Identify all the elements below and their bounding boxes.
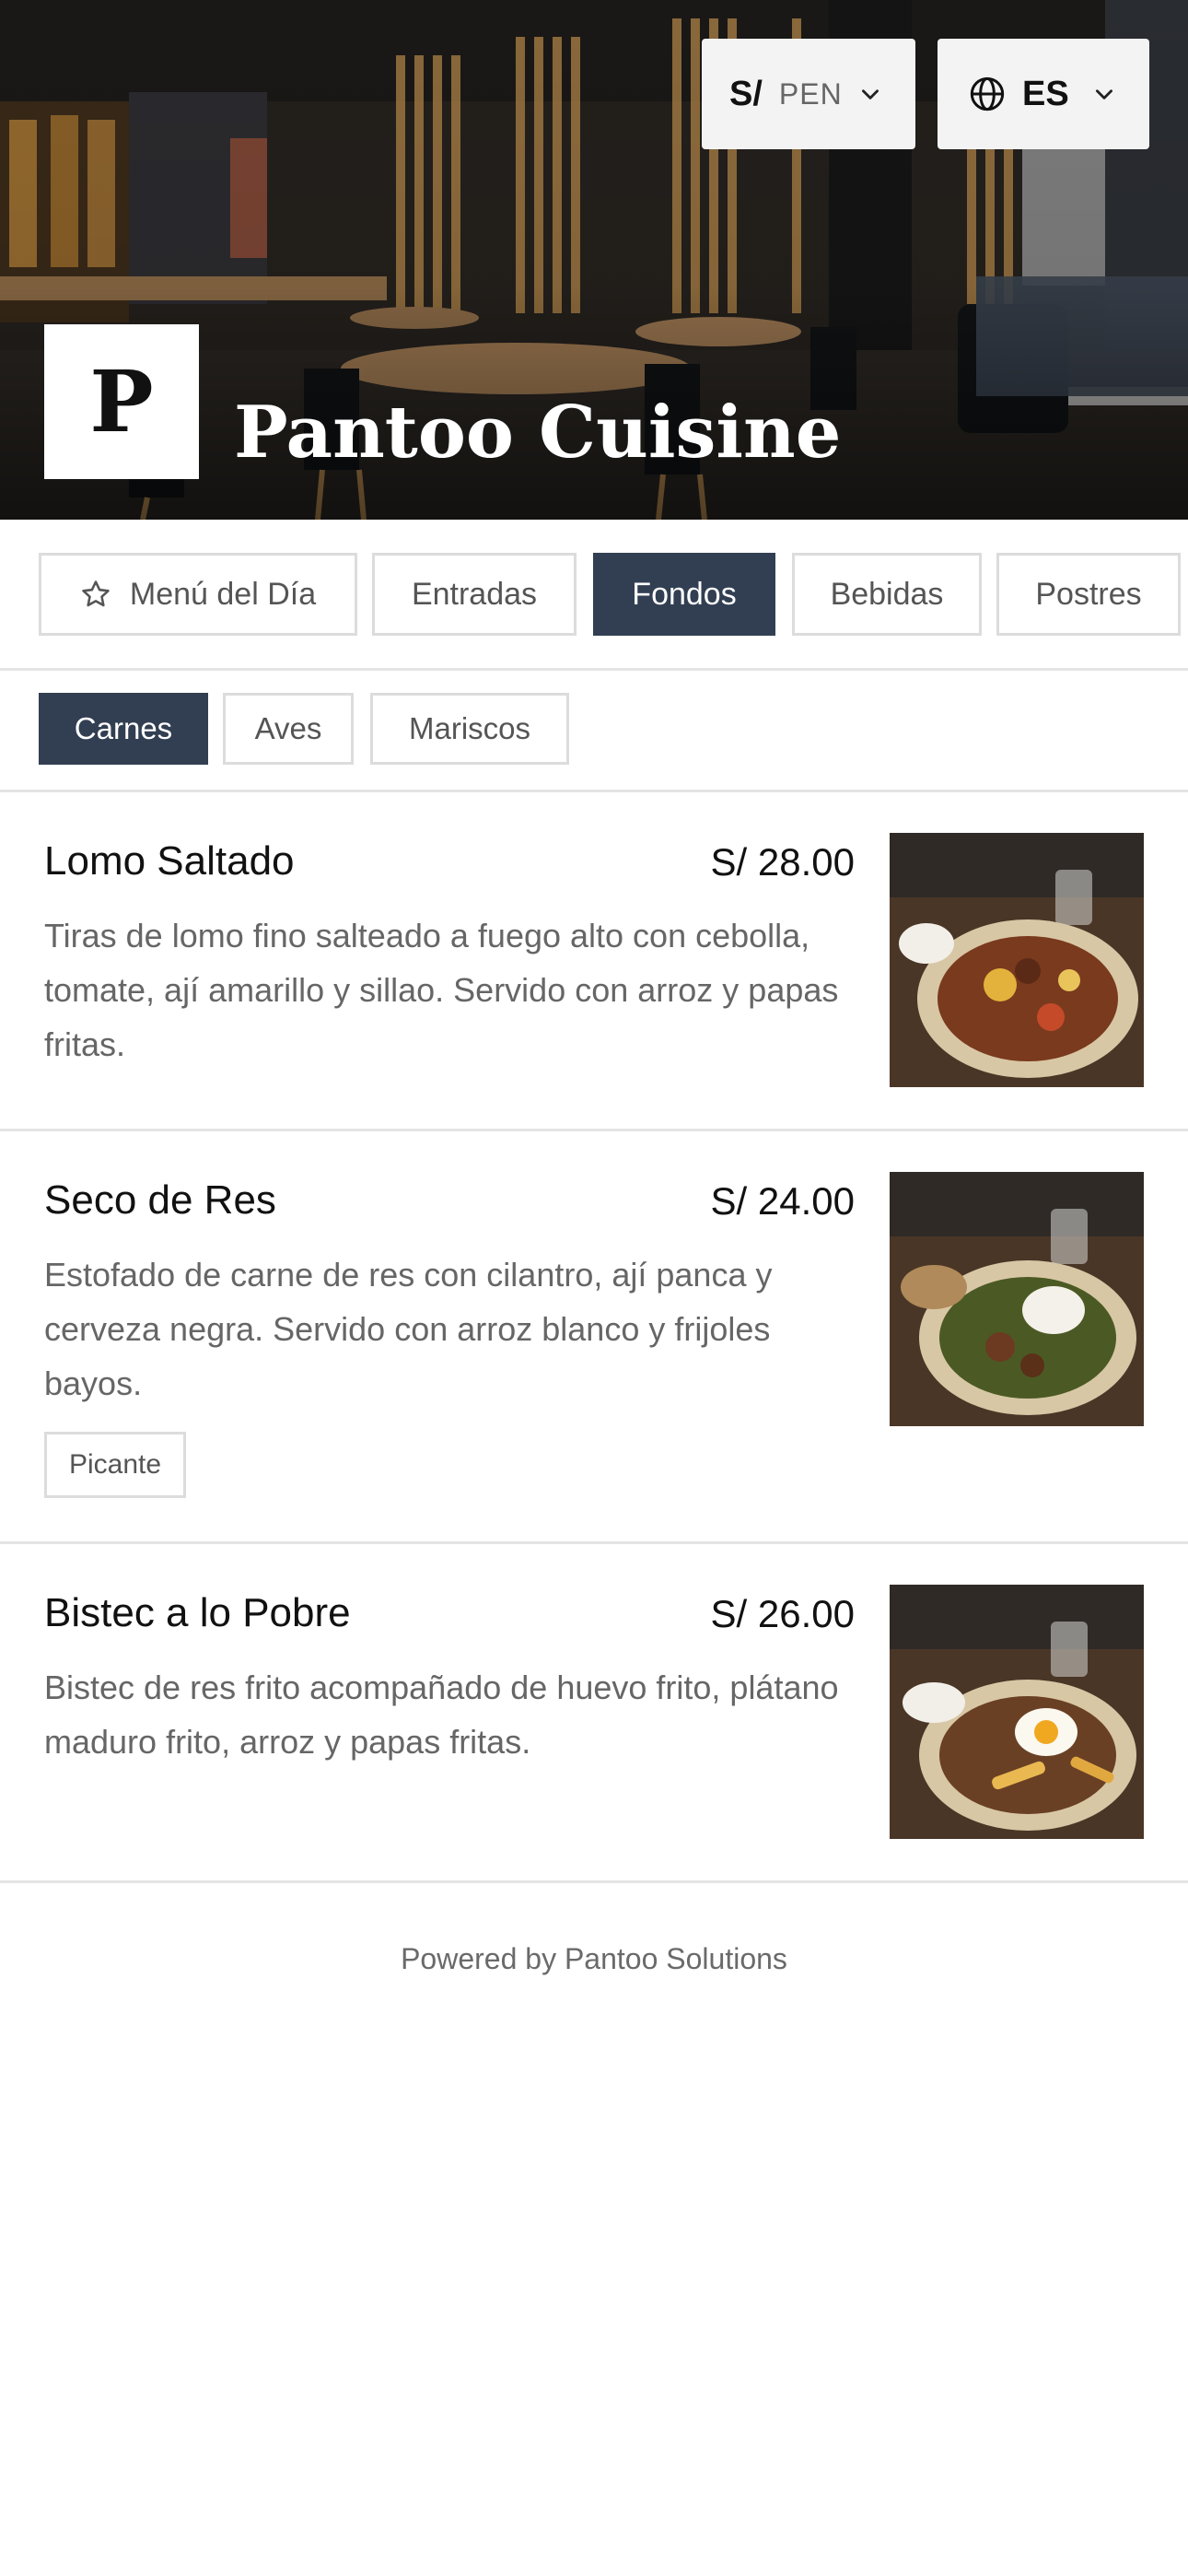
dish-photo [890, 1585, 1144, 1839]
tab-menu-del-dia[interactable]: Menú del Día [39, 553, 357, 636]
dish-name: Bistec a lo Pobre [44, 1590, 351, 1635]
restaurant-logo: P [44, 324, 199, 479]
subtab-label: Carnes [74, 711, 173, 745]
tab-postres[interactable]: Postres [996, 553, 1181, 636]
menu-item[interactable]: Seco de Res S/ 24.00 Estofado de carne d… [0, 1131, 1188, 1544]
dish-price: S/ 24.00 [710, 1179, 855, 1223]
tab-label: Bebidas [830, 576, 944, 612]
dish-photo [890, 833, 1144, 1087]
subtab-aves[interactable]: Aves [223, 693, 354, 765]
dish-description: Estofado de carne de res con cilantro, a… [44, 1256, 773, 1402]
chevron-down-icon [1096, 89, 1112, 100]
tab-label: Menú del Día [129, 576, 317, 612]
tab-entradas[interactable]: Entradas [372, 553, 577, 636]
subtab-mariscos[interactable]: Mariscos [370, 693, 569, 765]
dish-name: Seco de Res [44, 1177, 276, 1223]
dish-description: Bistec de res frito acompañado de huevo … [44, 1669, 839, 1761]
menu-item[interactable]: Lomo Saltado S/ 28.00 Tiras de lomo fino… [0, 792, 1188, 1131]
star-icon [82, 580, 110, 607]
subtab-label: Aves [254, 711, 322, 745]
logo-letter: P [89, 352, 154, 451]
tab-label: Postres [1035, 576, 1142, 612]
subtab-carnes[interactable]: Carnes [39, 693, 208, 765]
currency-selector[interactable]: S/ PEN [702, 39, 915, 149]
subcategory-tabs: Carnes Aves Mariscos [0, 671, 1188, 792]
tab-label: Fondos [632, 576, 737, 612]
category-tabs: Menú del Día Entradas Fondos Bebidas Pos… [0, 520, 1188, 671]
currency-symbol: S/ [729, 74, 763, 113]
menu-item[interactable]: Bistec a lo Pobre S/ 26.00 Bistec de res… [0, 1544, 1188, 1883]
dish-tag: Picante [44, 1432, 187, 1498]
footer-credit: Powered by Pantoo Solutions [401, 1942, 787, 1975]
chevron-down-icon [862, 89, 879, 100]
tab-bebidas[interactable]: Bebidas [792, 553, 982, 636]
language-code: ES [1022, 74, 1069, 113]
dish-photo [890, 1172, 1144, 1426]
restaurant-name: Pantoo Cuisine [234, 391, 842, 474]
dish-price: S/ 26.00 [710, 1592, 855, 1635]
dish-price: S/ 28.00 [710, 840, 855, 884]
language-selector[interactable]: ES [938, 39, 1149, 149]
hero-banner: S/ PEN ES P Pantoo Cuisine [0, 0, 1188, 520]
currency-code: PEN [778, 76, 843, 111]
tab-fondos[interactable]: Fondos [593, 553, 775, 636]
tab-label: Entradas [411, 576, 538, 612]
dish-name: Lomo Saltado [44, 838, 295, 884]
globe-icon [970, 76, 1005, 111]
subtab-label: Mariscos [408, 711, 531, 745]
dish-description: Tiras de lomo fino salteado a fuego alto… [44, 917, 839, 1063]
